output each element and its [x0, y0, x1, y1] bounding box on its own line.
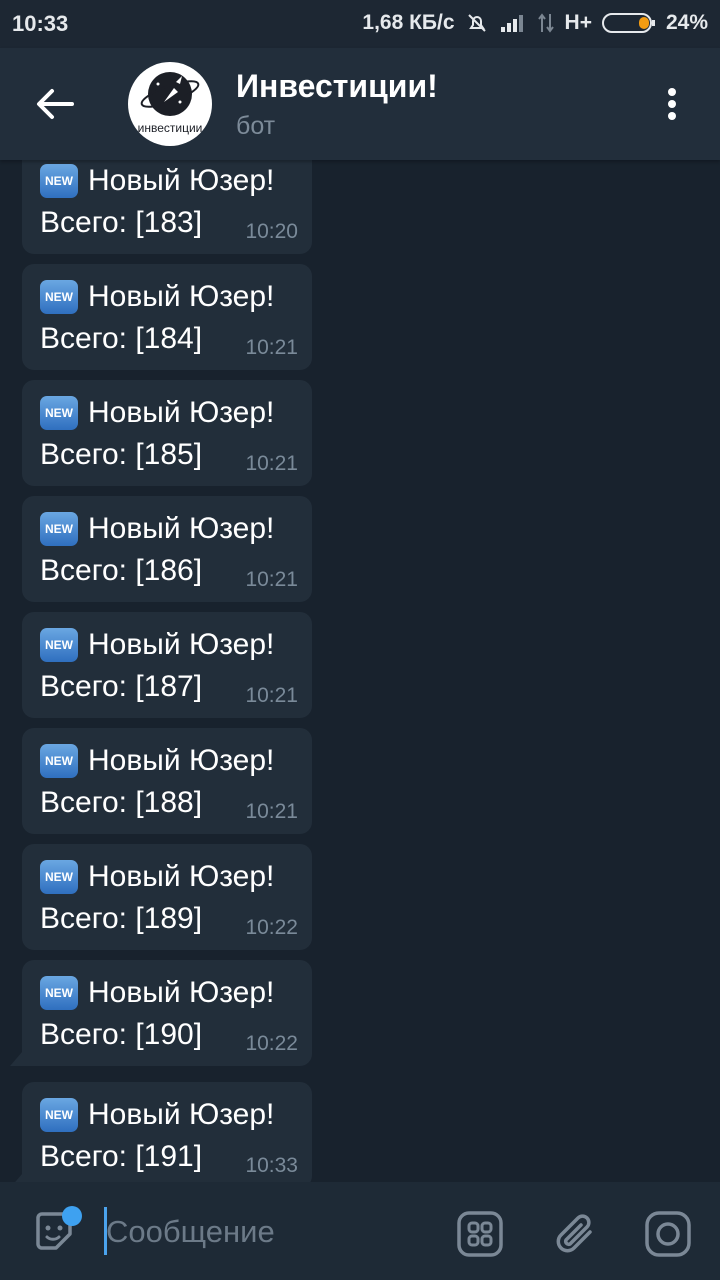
message-bubble[interactable]: NEW Новый Юзер! Всего: [183] 10:20: [22, 160, 312, 254]
new-badge-icon: NEW: [40, 860, 78, 894]
message-bubble[interactable]: NEW Новый Юзер! Всего: [189] 10:22: [22, 844, 312, 950]
message-text-title: Новый Юзер!: [88, 628, 275, 661]
message-text-count: Всего: [189]: [40, 902, 203, 935]
message-time: 10:33: [245, 1154, 298, 1177]
new-badge-icon: NEW: [40, 1098, 78, 1132]
new-badge-icon: NEW: [40, 744, 78, 778]
message-line-1: NEW Новый Юзер!: [40, 744, 274, 778]
composer: [0, 1182, 720, 1280]
message-text-count: Всего: [191]: [40, 1140, 203, 1173]
message-text-title: Новый Юзер!: [88, 512, 275, 545]
message-time: 10:21: [245, 568, 298, 591]
message-line-1: NEW Новый Юзер!: [40, 396, 274, 430]
message-bubble[interactable]: NEW Новый Юзер! Всего: [186] 10:21: [22, 496, 312, 602]
battery-percent: 24%: [665, 11, 708, 34]
message-text-title: Новый Юзер!: [88, 976, 275, 1009]
message-text-title: Новый Юзер!: [88, 280, 275, 313]
avatar[interactable]: инвестиции: [128, 62, 212, 146]
new-badge-icon: NEW: [40, 164, 78, 198]
message-text-title: Новый Юзер!: [88, 1098, 275, 1131]
message-text-count: Всего: [187]: [40, 670, 203, 703]
bot-commands-icon: [457, 1211, 503, 1257]
message-line-1: NEW Новый Юзер!: [40, 164, 274, 198]
new-badge-icon: NEW: [40, 512, 78, 546]
data-arrows-icon: [537, 12, 555, 34]
message-text-count: Всего: [184]: [40, 322, 203, 355]
message-bubble[interactable]: NEW Новый Юзер! Всего: [187] 10:21: [22, 612, 312, 718]
message-bubble[interactable]: NEW Новый Юзер! Всего: [190] 10:22: [22, 960, 312, 1066]
message-line-1: NEW Новый Юзер!: [40, 512, 274, 546]
message-line-1: NEW Новый Юзер!: [40, 976, 274, 1010]
mute-bell-icon: [465, 11, 489, 35]
camera-icon: [645, 1211, 691, 1257]
message-stack: NEW Новый Юзер! Всего: [183] 10:20 NEW Новый …: [0, 160, 720, 1182]
message-bubble[interactable]: NEW Новый Юзер! Всего: [191] 10:33: [22, 1082, 312, 1182]
message-line-1: NEW Новый Юзер!: [40, 1098, 274, 1132]
more-menu-button[interactable]: [660, 84, 684, 124]
network-speed: 1,68 КБ/с: [362, 11, 455, 34]
message-text-count: Всего: [186]: [40, 554, 203, 587]
message-time: 10:21: [245, 452, 298, 475]
message-text-count: Всего: [190]: [40, 1018, 203, 1051]
message-text-count: Всего: [183]: [40, 206, 203, 239]
message-line-1: NEW Новый Юзер!: [40, 860, 274, 894]
message-text-title: Новый Юзер!: [88, 860, 275, 893]
new-badge-icon: NEW: [40, 396, 78, 430]
back-button[interactable]: [30, 84, 80, 124]
message-time: 10:21: [245, 800, 298, 823]
message-text-count: Всего: [185]: [40, 438, 203, 471]
new-badge-icon: NEW: [40, 280, 78, 314]
battery-icon: [601, 12, 656, 34]
message-bubble[interactable]: NEW Новый Юзер! Всего: [184] 10:21: [22, 264, 312, 370]
network-type: H+: [564, 11, 592, 34]
message-bubble[interactable]: NEW Новый Юзер! Всего: [188] 10:21: [22, 728, 312, 834]
paperclip-icon: [556, 1214, 592, 1253]
message-text-title: Новый Юзер!: [88, 164, 275, 197]
message-line-1: NEW Новый Юзер!: [40, 628, 274, 662]
message-time: 10:21: [245, 336, 298, 359]
camera-button[interactable]: [644, 1210, 692, 1258]
message-list[interactable]: NEW Новый Юзер! Всего: [183] 10:20 NEW Новый …: [0, 160, 720, 1182]
message-time: 10:21: [245, 684, 298, 707]
more-vertical-icon: [668, 88, 676, 120]
chat-header: инвестиции Инвестиции! бот: [0, 48, 720, 160]
rocket-logo-icon: инвестиции: [138, 72, 203, 135]
status-time: 10:33: [12, 11, 69, 36]
message-line-1: NEW Новый Юзер!: [40, 280, 274, 314]
message-input[interactable]: [106, 1210, 426, 1254]
chat-subtitle: бот: [236, 112, 276, 140]
signal-icon: [499, 12, 527, 34]
message-text-count: Всего: [188]: [40, 786, 203, 819]
message-text-title: Новый Юзер!: [88, 744, 275, 777]
chat-title[interactable]: Инвестиции!: [236, 68, 438, 105]
message-time: 10:22: [245, 916, 298, 939]
svg-text:инвестиции: инвестиции: [138, 121, 203, 135]
arrow-left-icon: [37, 89, 74, 119]
status-right: 1,68 КБ/с H+ 24%: [362, 11, 708, 35]
new-badge-icon: NEW: [40, 976, 78, 1010]
message-bubble[interactable]: NEW Новый Юзер! Всего: [185] 10:21: [22, 380, 312, 486]
status-bar: 10:33 1,68 КБ/с H+ 24%: [0, 0, 720, 48]
message-text-title: Новый Юзер!: [88, 396, 275, 429]
attach-button[interactable]: [552, 1210, 600, 1258]
new-badge-icon: NEW: [40, 628, 78, 662]
bot-commands-button[interactable]: [456, 1210, 504, 1258]
message-time: 10:22: [245, 1032, 298, 1055]
new-stickers-dot: [62, 1206, 82, 1226]
message-time: 10:20: [245, 220, 298, 243]
